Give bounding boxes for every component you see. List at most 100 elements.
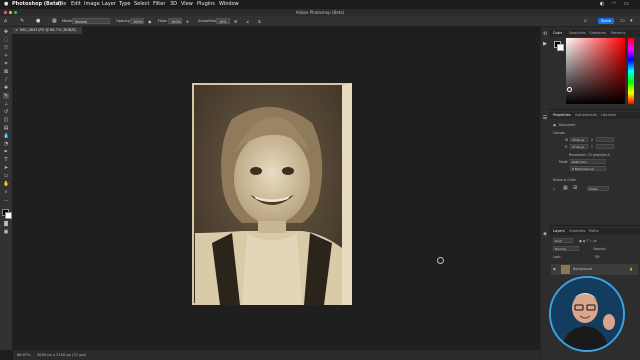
gradient-tool-icon[interactable]: ▤ [3,125,9,131]
dodge-tool-icon[interactable]: ◔ [3,141,9,147]
zoom-tool-icon[interactable]: ⌕ [3,189,9,195]
width-field[interactable]: 3536 px [570,137,588,142]
menu-type[interactable]: Type [119,0,130,9]
control-center-icon[interactable]: ◐ [600,0,604,9]
layer-kind-filter[interactable]: Kind [553,238,573,243]
clone-stamp-tool-icon[interactable]: ⊥ [3,101,9,107]
zoom-level[interactable]: 66.67% [17,350,31,360]
layer-filter-icons[interactable]: ▣ ◐ T ▭ ⊡ [579,239,596,243]
brush-preset-icon[interactable]: ● [36,18,40,24]
close-tab-icon[interactable]: × [15,28,18,32]
hue-slider[interactable] [628,38,634,104]
rulers-heading[interactable]: Rulers & Grids [553,178,576,182]
tab-libraries[interactable]: Libraries [601,112,616,119]
ruler-icon[interactable]: ⌞ [553,185,555,191]
actions-panel-icon[interactable]: ▶ [542,41,548,47]
home-icon[interactable]: ⌂ [4,18,7,24]
menu-app-name[interactable]: Photoshop (Beta) [12,0,61,9]
menu-3d[interactable]: 3D [170,0,177,9]
crop-tool-icon[interactable]: ⌗ [3,61,9,67]
menu-layer[interactable]: Layer [102,0,116,9]
battery-icon[interactable]: ▭ [624,0,629,9]
layers-panel-icon[interactable]: ◈ [542,231,548,237]
minimize-window-icon[interactable] [9,11,12,14]
layer-blend-mode[interactable]: Normal [553,246,579,251]
healing-brush-tool-icon[interactable]: ✚ [3,85,9,91]
quick-mask-icon[interactable]: ◙ [3,221,9,227]
tab-adjustments[interactable]: Adjustments [575,112,597,119]
layer-visibility-icon[interactable]: ◉ [553,267,556,271]
document-size-info[interactable]: 3000 px x 2100 px (72 ppi) [37,350,86,360]
ruler-units-select[interactable]: Pixels [587,186,609,191]
x-field[interactable] [596,137,614,142]
maximize-window-icon[interactable] [14,11,17,14]
tab-patterns[interactable]: Patterns [611,30,625,37]
menu-window[interactable]: Window [219,0,239,9]
type-tool-icon[interactable]: T [3,157,9,163]
menu-view[interactable]: View [181,0,193,9]
menu-plugins[interactable]: Plugins [197,0,215,9]
tab-color[interactable]: Color [553,30,562,37]
close-window-icon[interactable] [4,11,7,14]
y-field[interactable] [596,144,614,149]
tab-properties[interactable]: Properties [553,112,571,119]
canvas-heading[interactable]: Canvas [553,131,565,135]
tab-channels[interactable]: Channels [569,228,585,235]
color-mode-select[interactable]: RGB Color [570,159,606,164]
bg-color-chip[interactable] [557,44,564,51]
bit-depth-select[interactable]: 8 Bits/Channel [570,166,606,171]
apple-menu-icon[interactable]: ● [4,0,8,9]
color-picker-field[interactable] [566,38,625,104]
path-select-tool-icon[interactable]: ➤ [3,165,9,171]
mode-select[interactable]: Normal [72,18,110,24]
eraser-tool-icon[interactable]: ◫ [3,117,9,123]
properties-panel-icon[interactable]: ☰ [542,115,548,121]
brush-settings-icon[interactable]: ▦ [52,18,57,24]
guides-icon[interactable]: ⊞ [573,185,577,191]
screen-mode-icon[interactable]: ▣ [3,229,9,235]
brush-tool-icon[interactable]: ✎ [3,93,9,99]
smoothing-field[interactable]: 10% [216,18,230,24]
history-panel-icon[interactable]: ⟲ [542,31,548,37]
wifi-icon[interactable]: ◠ [612,0,616,9]
tab-layers[interactable]: Layers [553,228,565,235]
frame-tool-icon[interactable]: ⊠ [3,69,9,75]
color-picker-cursor-icon[interactable] [567,87,572,92]
symmetry-icon[interactable]: ⧖ [258,19,261,24]
move-tool-icon[interactable]: ✥ [3,29,9,35]
grid-icon[interactable]: ▦ [563,185,568,191]
document-tab[interactable]: × IMG_0843.JPG @ 66.7% (RGB/8) [12,27,82,34]
search-icon[interactable]: ⌕ [584,18,587,24]
lasso-tool-icon[interactable]: ➰ [3,45,9,51]
pen-tool-icon[interactable]: ✒ [3,149,9,155]
smoothing-settings-icon[interactable]: ⚙ [234,19,238,24]
more-icon[interactable]: ▾ [630,18,633,24]
blur-tool-icon[interactable]: 💧 [3,133,9,139]
height-field[interactable]: 3746 px [570,144,588,149]
layer-row-background[interactable]: ◉ Background 🔒 [551,264,638,275]
menu-file[interactable]: File [58,0,66,9]
flow-field[interactable]: 100% [168,18,182,24]
opacity-field[interactable]: 100% [130,18,144,24]
more-tools-icon[interactable]: … [3,197,9,203]
background-color-swatch[interactable] [5,212,12,219]
marquee-tool-icon[interactable]: ⬚ [3,37,9,43]
share-button[interactable]: Share [598,18,614,24]
menu-edit[interactable]: Edit [71,0,81,9]
eyedropper-tool-icon[interactable]: ⁄ [3,77,9,83]
tab-gradients[interactable]: Gradients [589,30,606,37]
history-brush-tool-icon[interactable]: ↺ [3,109,9,115]
document-image[interactable] [192,83,352,305]
shape-tool-icon[interactable]: ▭ [3,173,9,179]
workspace-icon[interactable]: ▭ [620,18,625,24]
menu-image[interactable]: Image [84,0,100,9]
angle-icon[interactable]: ∠ [246,19,250,24]
tab-swatches[interactable]: Swatches [569,30,586,37]
airbrush-icon[interactable]: ✈ [186,19,189,24]
hand-tool-icon[interactable]: ✋ [3,181,9,187]
menu-filter[interactable]: Filter [153,0,165,9]
quick-select-tool-icon[interactable]: ✧ [3,53,9,59]
menu-select[interactable]: Select [134,0,149,9]
layer-name[interactable]: Background [573,267,592,271]
pressure-opacity-icon[interactable]: ◉ [148,19,152,24]
